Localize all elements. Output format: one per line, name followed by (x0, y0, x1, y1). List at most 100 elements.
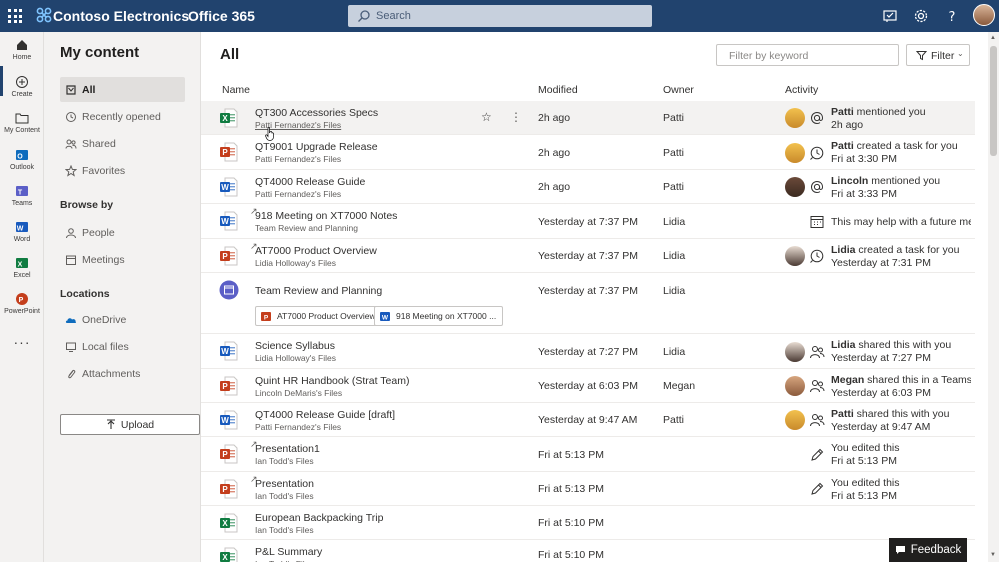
file-name[interactable]: European Backpacking Trip (255, 512, 383, 524)
feedback-button[interactable]: Feedback (889, 538, 967, 562)
scroll-up-icon[interactable]: ▲ (990, 35, 996, 41)
more-apps-icon[interactable]: ··· (0, 334, 44, 350)
file-name[interactable]: Quint HR Handbook (Strat Team) (255, 375, 409, 387)
file-name[interactable]: Presentation1 (255, 443, 320, 455)
column-header-owner[interactable]: Owner (663, 84, 694, 96)
activity-avatar[interactable] (785, 342, 805, 362)
file-row[interactable]: W Science Syllabus Lidia Holloway's Files… (201, 334, 975, 369)
suite-name[interactable]: Office 365 (188, 8, 255, 24)
file-name[interactable]: Team Review and Planning (255, 285, 382, 297)
file-owner[interactable]: Lidia (663, 285, 685, 297)
file-row[interactable]: P ↗ AT7000 Product Overview Lidia Holloway… (201, 239, 975, 273)
column-header-modified[interactable]: Modified (538, 84, 578, 96)
activity-avatar[interactable] (785, 108, 805, 128)
nav-item-label: Meetings (82, 253, 125, 266)
nav-item-shared[interactable]: Shared (60, 131, 185, 156)
scrollbar[interactable]: ▲ ▼ (988, 32, 999, 562)
favorite-star-icon[interactable]: ☆ (481, 110, 492, 124)
file-name[interactable]: P&L Summary (255, 546, 322, 558)
file-row[interactable]: P ↗ Presentation Ian Todd's Files Fri at 5:… (201, 472, 975, 506)
nav-item-all[interactable]: All (60, 77, 185, 102)
file-name[interactable]: QT9001 Upgrade Release (255, 141, 378, 153)
file-location[interactable]: Lidia Holloway's Files (255, 258, 336, 268)
nav-item-local-files[interactable]: Local files (60, 334, 185, 359)
file-row[interactable]: P ↗ Presentation1 Ian Todd's Files Fri at 5… (201, 437, 975, 472)
activity-person: Patti (831, 408, 854, 420)
file-location[interactable]: Ian Todd's Files (255, 525, 314, 535)
file-owner[interactable]: Patti (663, 147, 684, 159)
rail-outlook[interactable]: O Outlook (0, 148, 44, 171)
file-name[interactable]: QT4000 Release Guide (255, 176, 365, 188)
file-name[interactable]: QT4000 Release Guide [draft] (255, 409, 395, 421)
nav-item-meetings[interactable]: Meetings (60, 247, 185, 272)
nav-item-recently-opened[interactable]: Recently opened (60, 104, 185, 129)
file-location[interactable]: Lidia Holloway's Files (255, 353, 336, 363)
file-location[interactable]: Ian Todd's Files (255, 456, 314, 466)
app-launcher-icon[interactable] (8, 9, 22, 23)
file-owner[interactable]: Patti (663, 414, 684, 426)
file-row[interactable]: P QT9001 Upgrade Release Patti Fernandez'… (201, 135, 975, 170)
file-location[interactable]: Ian Todd's Files (255, 491, 314, 501)
upload-button[interactable]: Upload (60, 414, 200, 435)
brand-name[interactable]: Contoso Electronics (53, 8, 189, 24)
related-file-chip[interactable]: P AT7000 Product Overview (255, 306, 383, 326)
file-name[interactable]: Science Syllabus (255, 340, 335, 352)
file-location[interactable]: Lincoln DeMaris's Files (255, 388, 342, 398)
rail-create[interactable]: Create (0, 75, 44, 98)
whats-new-icon[interactable] (882, 8, 898, 24)
filter-button[interactable]: Filter ⌄ (906, 44, 970, 66)
settings-gear-icon[interactable] (913, 8, 929, 24)
activity-avatar[interactable] (785, 376, 805, 396)
file-name[interactable]: 918 Meeting on XT7000 Notes (255, 210, 397, 222)
rail-my-content[interactable]: My Content (0, 111, 44, 134)
rail-excel[interactable]: X Excel (0, 256, 44, 279)
activity-avatar[interactable] (785, 246, 805, 266)
file-owner[interactable]: Lidia (663, 346, 685, 358)
scroll-down-icon[interactable]: ▼ (990, 552, 996, 558)
svg-text:X: X (222, 519, 228, 528)
file-name[interactable]: QT300 Accessories Specs (255, 107, 378, 119)
file-row[interactable]: X QT300 Accessories Specs Patti Fernandez… (201, 101, 975, 135)
related-file-chip[interactable]: W 918 Meeting on XT7000 ... (374, 306, 504, 326)
user-avatar[interactable] (973, 4, 995, 26)
file-row[interactable]: W QT4000 Release Guide [draft] Patti Fern… (201, 403, 975, 437)
nav-item-people[interactable]: People (60, 220, 185, 245)
rail-word[interactable]: W Word (0, 220, 44, 243)
activity-avatar[interactable] (785, 410, 805, 430)
file-location[interactable]: Patti Fernandez's Files (255, 189, 341, 199)
file-row[interactable]: W QT4000 Release Guide Patti Fernandez's … (201, 170, 975, 204)
nav-item-attachments[interactable]: Attachments (60, 361, 185, 386)
activity-avatar[interactable] (785, 177, 805, 197)
file-location[interactable]: Team Review and Planning (255, 223, 358, 233)
file-row[interactable]: W ↗ 918 Meeting on XT7000 Notes Team Revie… (201, 204, 975, 239)
word-file-icon: W (219, 410, 238, 430)
file-location[interactable]: Patti Fernandez's Files (255, 154, 341, 164)
file-row[interactable]: P Quint HR Handbook (Strat Team) Lincoln … (201, 369, 975, 403)
activity-action: mentioned you (868, 175, 941, 187)
more-options-icon[interactable]: ⋮ (510, 110, 522, 124)
column-header-name[interactable]: Name (222, 84, 250, 96)
rail-powerpoint[interactable]: P PowerPoint (0, 292, 44, 315)
scrollbar-thumb[interactable] (990, 46, 997, 156)
rail-teams[interactable]: T Teams (0, 184, 44, 207)
file-owner[interactable]: Lidia (663, 250, 685, 262)
help-icon[interactable]: ? (944, 8, 960, 24)
file-row[interactable]: X P&L SummaryIan Todd's FilesFri at 5:10… (201, 540, 975, 562)
activity-avatar[interactable] (785, 143, 805, 163)
file-owner[interactable]: Megan (663, 380, 695, 392)
file-owner[interactable]: Patti (663, 181, 684, 193)
file-row[interactable]: Team Review and Planning Yesterday at 7:3… (201, 273, 975, 334)
filter-keyword-input[interactable]: Filter by keyword (716, 44, 899, 66)
file-name[interactable]: AT7000 Product Overview (255, 245, 377, 257)
search-box[interactable]: Search (348, 5, 652, 27)
rail-home[interactable]: Home (0, 38, 44, 61)
locations-heading: Locations (60, 288, 110, 300)
file-row[interactable]: X European Backpacking Trip Ian Todd's Fi… (201, 506, 975, 540)
file-owner[interactable]: Lidia (663, 216, 685, 228)
file-name[interactable]: Presentation (255, 478, 314, 490)
column-header-activity[interactable]: Activity (785, 84, 818, 96)
nav-item-onedrive[interactable]: OneDrive (60, 307, 185, 332)
nav-item-favorites[interactable]: Favorites (60, 158, 185, 183)
file-location[interactable]: Patti Fernandez's Files (255, 422, 341, 432)
file-owner[interactable]: Patti (663, 112, 684, 124)
